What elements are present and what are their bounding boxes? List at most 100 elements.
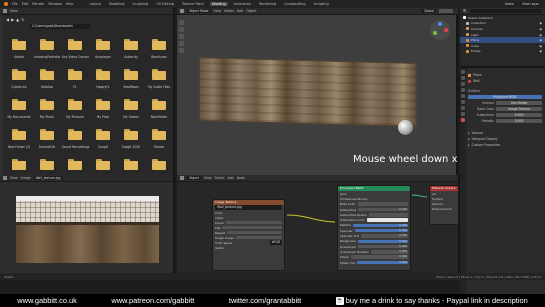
editor-type-icon[interactable] xyxy=(180,9,184,13)
folder-item[interactable]: My Videos xyxy=(117,95,145,122)
folder-item[interactable]: HeadRoom xyxy=(117,65,145,92)
collapsed-section[interactable]: ▸ Custom Properties xyxy=(460,142,545,148)
object-menu[interactable]: Object xyxy=(246,9,256,13)
parent-directory-icon[interactable]: ▲ xyxy=(16,17,19,22)
node-dropdown[interactable] xyxy=(222,225,282,230)
navigation-gizmo-icon[interactable] xyxy=(430,20,450,40)
move-tool-icon[interactable] xyxy=(179,34,184,39)
rotate-tool-icon[interactable] xyxy=(179,41,184,46)
outliner-search-field[interactable] xyxy=(469,8,542,14)
view-layer-selector[interactable]: View Layer xyxy=(520,1,541,7)
image-name-field[interactable]: Wall_texture.jpg xyxy=(33,175,63,181)
folder-item[interactable]: SecondLife xyxy=(33,125,61,152)
menu-window[interactable]: Window xyxy=(48,2,61,6)
folder-item[interactable]: Adobe xyxy=(5,35,33,62)
select-menu[interactable]: Select xyxy=(224,9,234,13)
node-dropdown[interactable] xyxy=(225,220,282,225)
folder-item[interactable]: New Folder (2) xyxy=(5,125,33,152)
bsdf-input-row[interactable]: Sheen Tint 0.500 xyxy=(338,260,410,265)
folder-item[interactable]: My Pixel xyxy=(89,95,117,122)
folder-item[interactable]: Any Video Converter xyxy=(61,35,89,62)
3d-viewport[interactable]: Object Mode View Select Add Object Globa… xyxy=(177,8,467,175)
editor-type-icon[interactable] xyxy=(3,176,7,180)
refresh-icon[interactable]: ↻ xyxy=(21,17,24,22)
visibility-eye-icon[interactable]: ◉ xyxy=(539,33,542,37)
bsdf-value-field[interactable]: 0.500 xyxy=(357,239,408,244)
folder-item[interactable]: Stories xyxy=(145,125,173,152)
website-link[interactable]: www.gabbitt.co.uk xyxy=(17,296,77,305)
folder-item[interactable]: My Pictures xyxy=(61,95,89,122)
property-value-field[interactable]: Image Texture xyxy=(496,106,542,112)
workspace-tab-modeling[interactable]: Modeling xyxy=(107,2,126,6)
workspace-tab-rendering[interactable]: Rendering xyxy=(257,2,278,6)
workspace-tab-layout[interactable]: Layout xyxy=(87,2,103,6)
surface-shader-field[interactable]: Principled BSDF xyxy=(468,94,542,100)
color-space-field[interactable]: sRGB xyxy=(269,240,282,245)
bsdf-value-field[interactable]: 0.500 xyxy=(354,228,408,233)
transform-orientation-selector[interactable]: Global xyxy=(422,8,436,14)
bsdf-value-field[interactable]: 0.000 xyxy=(371,250,408,254)
editor-type-icon[interactable] xyxy=(3,9,7,13)
scale-tool-icon[interactable] xyxy=(179,48,184,53)
mode-selector[interactable]: Object Mode xyxy=(187,8,211,14)
bsdf-value-field[interactable] xyxy=(357,202,408,206)
folder-item[interactable]: Desktop xyxy=(33,65,61,92)
principled-bsdf-node[interactable]: Principled BSDF GGX Christensen-Burley Bas… xyxy=(337,185,411,271)
property-value-field[interactable]: 0.000 xyxy=(496,118,542,124)
folder-item[interactable]: Sound Recordings xyxy=(61,125,89,152)
property-value-field[interactable]: 0.000 xyxy=(496,112,542,118)
visibility-eye-icon[interactable]: ◉ xyxy=(539,44,542,48)
menu-help[interactable]: Help xyxy=(66,2,74,6)
workspace-tab-sculpting[interactable]: Sculpting xyxy=(130,2,150,6)
bsdf-value-field[interactable] xyxy=(366,218,408,222)
node-dropdown[interactable] xyxy=(227,230,282,235)
output-socket-row[interactable]: Displacement xyxy=(430,206,458,211)
image-menu[interactable]: Image xyxy=(21,176,31,180)
image-node-row[interactable]: Vector xyxy=(213,245,284,250)
cursor-tool-icon[interactable] xyxy=(179,27,184,32)
folder-item[interactable]: NewFolder xyxy=(145,95,173,122)
bsdf-value-field[interactable]: 0.000 xyxy=(353,223,408,228)
folder-item[interactable]: Snagit xyxy=(89,125,117,152)
wall-texture-image[interactable] xyxy=(16,196,159,263)
scene-selector[interactable]: Scene xyxy=(502,1,517,7)
view-menu[interactable]: View xyxy=(10,176,18,180)
bsdf-value-field[interactable]: 0.500 xyxy=(357,260,408,265)
workspace-tab-texture-paint[interactable]: Texture Paint xyxy=(180,2,206,6)
folder-item[interactable]: Bandicam xyxy=(145,35,173,62)
menu-edit[interactable]: Edit xyxy=(22,2,29,6)
twitter-link[interactable]: twitter.com/grantabbitt xyxy=(229,296,301,305)
folder-item[interactable]: Anyplayer xyxy=(89,35,117,62)
folder-item[interactable]: SnagIt 2020 xyxy=(117,125,145,152)
bsdf-value-field[interactable]: 0.000 xyxy=(361,234,408,238)
folder-item[interactable]: FL xyxy=(61,65,89,92)
folder-item[interactable]: HappyFL xyxy=(89,65,117,92)
menu-file[interactable]: File xyxy=(12,2,18,6)
view-menu[interactable]: View xyxy=(214,9,222,13)
visibility-eye-icon[interactable]: ◉ xyxy=(539,38,542,42)
add-menu[interactable]: Add xyxy=(237,9,243,13)
workspace-tab-animation[interactable]: Animation xyxy=(232,2,253,6)
folder-item[interactable]: CyberLink xyxy=(5,65,33,92)
search-icon[interactable]: 🔍 xyxy=(463,9,467,13)
folder-item[interactable]: My Audio Files xyxy=(145,65,173,92)
visibility-eye-icon[interactable]: ◉ xyxy=(539,49,542,53)
blender-logo-icon[interactable] xyxy=(4,2,8,6)
visibility-eye-icon[interactable]: ◉ xyxy=(539,27,542,31)
image-file-row[interactable]: Wall_texture.jpg xyxy=(213,205,284,210)
view-menu[interactable]: View xyxy=(10,9,18,13)
textured-plane-object[interactable] xyxy=(199,57,417,127)
bsdf-value-field[interactable]: 0.000 xyxy=(351,255,408,259)
property-value-field[interactable]: Use Nodes xyxy=(496,100,542,106)
image-texture-node[interactable]: Image Texture Wall_texture.jpg Color Alph… xyxy=(212,199,285,271)
folder-item[interactable]: My Documents xyxy=(5,95,33,122)
material-output-node[interactable]: Material Output All Surface Volume Displace… xyxy=(429,185,459,225)
workspace-tab-uv-editing[interactable]: UV Editing xyxy=(154,2,176,6)
back-arrow-icon[interactable]: ◀ xyxy=(6,17,9,22)
visibility-eye-icon[interactable]: ◉ xyxy=(539,21,542,25)
folder-item[interactable]: AmazingPortraits xyxy=(33,35,61,62)
shader-node-editor[interactable]: Object View Select Add Node Image Textur… xyxy=(177,175,460,273)
workspace-tab-shading[interactable]: Shading xyxy=(209,2,228,6)
patreon-link[interactable]: www.patreon.com/gabbitt xyxy=(111,296,194,305)
material-slot[interactable]: Wall xyxy=(460,78,545,84)
